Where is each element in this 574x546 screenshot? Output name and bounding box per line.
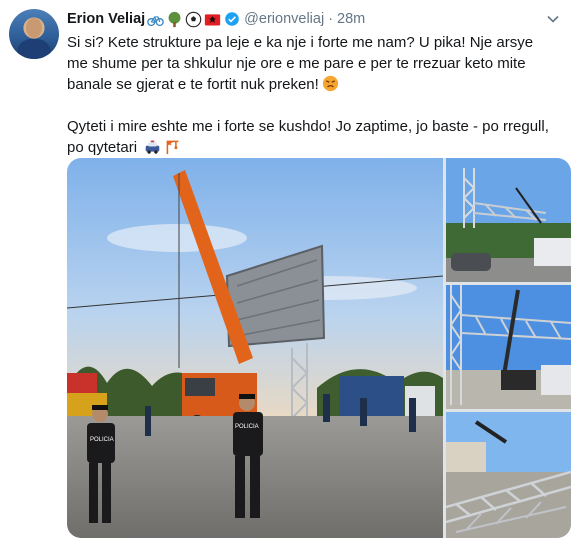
tweet-paragraph-1-text: Si si? Kete strukture pa leje e ka nje i… <box>67 34 534 93</box>
bicycle-icon <box>147 15 165 26</box>
photo-steel-structure[interactable] <box>446 158 571 282</box>
photo-dismantled-truss[interactable] <box>446 412 571 538</box>
tweet-text: Si si? Kete strukture pa leje e ka nje i… <box>67 32 555 179</box>
header-separator: · <box>328 11 334 27</box>
tweet-paragraph-2-text: Qyteti i mire eshte me i forte se kushdo… <box>67 118 549 156</box>
photo-truss-crane[interactable] <box>446 285 571 409</box>
avatar-shirt <box>17 39 51 59</box>
tweet-paragraph-1: Si si? Kete strukture pa leje e ka nje i… <box>67 32 555 95</box>
albania-flag-icon <box>205 13 221 25</box>
tweet-card[interactable]: Erion Veliaj @erionveliaj · 28m Si si? K… <box>0 0 574 546</box>
verified-badge-icon <box>225 12 239 26</box>
author-handle[interactable]: @erionveliaj <box>244 11 324 27</box>
tweet-paragraph-2: Qyteti i mire eshte me i forte se kushdo… <box>67 116 555 158</box>
angry-face-icon <box>322 75 338 92</box>
construction-crane-icon <box>166 140 179 155</box>
author-name[interactable]: Erion Veliaj <box>67 11 145 27</box>
tweet-header: Erion Veliaj @erionveliaj · 28m <box>67 9 365 29</box>
tweet-media-grid: POLICIA POLICIA <box>67 158 571 538</box>
tweet-time[interactable]: 28m <box>337 11 365 27</box>
tree-icon <box>168 11 181 27</box>
photo-truss-crane-image <box>446 285 571 409</box>
photo-crane-billboard-image: POLICIA POLICIA <box>67 158 443 538</box>
photo-dismantled-truss-image <box>446 412 571 538</box>
photo-crane-billboard[interactable]: POLICIA POLICIA <box>67 158 443 538</box>
police-car-icon <box>145 140 160 154</box>
soccer-ball-icon <box>185 11 202 27</box>
police-label-left: POLICIA <box>90 437 114 443</box>
police-label-right: POLICIA <box>235 424 259 430</box>
chevron-down-icon[interactable] <box>546 12 560 26</box>
avatar-face <box>26 18 42 38</box>
author-avatar[interactable] <box>9 9 59 59</box>
photo-steel-structure-image <box>446 158 571 282</box>
